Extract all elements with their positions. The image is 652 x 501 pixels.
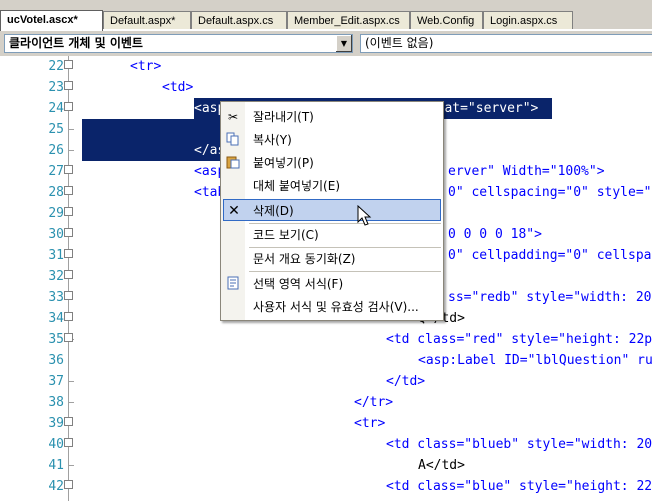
- line-number: 42: [48, 479, 64, 494]
- menu-item-label: 문서 개요 동기화(Z): [253, 252, 356, 266]
- menu-item-delete[interactable]: ✕ 삭제(D): [223, 199, 441, 221]
- copy-icon: [225, 132, 241, 148]
- collapse-icon[interactable]: [64, 291, 73, 300]
- line-number: 36: [48, 353, 64, 368]
- menu-item-format-selection[interactable]: 선택 영역 서식(F): [223, 273, 441, 295]
- line-number: 30: [48, 227, 64, 242]
- line-number: 39: [48, 416, 64, 431]
- collapse-icon[interactable]: [64, 249, 73, 258]
- events-dropdown[interactable]: (이벤트 없음): [360, 34, 652, 53]
- outline-end-marker: [68, 402, 74, 403]
- code-line-41[interactable]: A</td>: [418, 455, 465, 476]
- line-number: 37: [48, 374, 64, 389]
- code-line-27-end[interactable]: erver" Width="100%">: [448, 161, 605, 182]
- line-number: 31: [48, 248, 64, 263]
- collapse-icon[interactable]: [64, 312, 73, 321]
- code-line-31[interactable]: 0" cellpadding="0" cellspac: [448, 245, 652, 266]
- menu-item-label: 코드 보기(C): [253, 228, 319, 242]
- line-number: 40: [48, 437, 64, 452]
- line-number: 25: [48, 122, 64, 137]
- collapse-icon[interactable]: [64, 228, 73, 237]
- collapse-icon[interactable]: [64, 81, 73, 90]
- line-number: 27: [48, 164, 64, 179]
- code-line-23[interactable]: <td>: [162, 77, 193, 98]
- collapse-icon[interactable]: [64, 165, 73, 174]
- tab-default-aspx-cs[interactable]: Default.aspx.cs: [191, 11, 287, 29]
- client-objects-dropdown[interactable]: 클라이언트 개체 및 이벤트 ▼: [4, 34, 353, 53]
- line-number: 32: [48, 269, 64, 284]
- line-number: 23: [48, 80, 64, 95]
- collapse-icon[interactable]: [64, 102, 73, 111]
- menu-item-label: 선택 영역 서식(F): [253, 277, 344, 291]
- line-number: 34: [48, 311, 64, 326]
- line-number: 35: [48, 332, 64, 347]
- menu-item-paste[interactable]: 붙여넣기(P): [223, 152, 441, 174]
- line-number: 28: [48, 185, 64, 200]
- menu-item-label: 대체 붙여넣기(E): [253, 179, 341, 193]
- collapse-icon[interactable]: [64, 186, 73, 195]
- code-line-30[interactable]: 0 0 0 0 18">: [448, 224, 542, 245]
- menu-item-paste-alternate[interactable]: 대체 붙여넣기(E): [223, 175, 441, 197]
- client-objects-value: 클라이언트 개체 및 이벤트: [9, 36, 143, 50]
- delete-icon: ✕: [228, 203, 240, 219]
- menu-item-label: 삭제(D): [253, 204, 294, 218]
- code-line-38[interactable]: </tr>: [354, 392, 393, 413]
- menu-item-sync-outline[interactable]: 문서 개요 동기화(Z): [223, 248, 441, 270]
- collapse-icon[interactable]: [64, 270, 73, 279]
- outline-end-marker: [68, 150, 74, 151]
- context-menu: ✂ 잘라내기(T) 복사(Y) 붙여넣기(P) 대체 붙여넣기(E) ✕ 삭제(…: [220, 101, 444, 321]
- code-line-42[interactable]: <td class="blue" style="height: 22: [386, 476, 652, 497]
- menu-item-cut[interactable]: ✂ 잘라내기(T): [223, 106, 441, 128]
- navigation-bar: 클라이언트 개체 및 이벤트 ▼ (이벤트 없음): [0, 31, 652, 56]
- collapse-icon[interactable]: [64, 333, 73, 342]
- code-line-37[interactable]: </td>: [386, 371, 425, 392]
- format-icon: [225, 276, 241, 292]
- scissors-icon: ✂: [227, 110, 239, 124]
- line-number: 38: [48, 395, 64, 410]
- document-tab-strip: ucVotel.ascx* Default.aspx* Default.aspx…: [0, 0, 652, 31]
- outline-end-marker: [68, 129, 74, 130]
- line-number: 33: [48, 290, 64, 305]
- outline-end-marker: [68, 381, 74, 382]
- collapse-icon[interactable]: [64, 60, 73, 69]
- tab-ucvotel-ascx[interactable]: ucVotel.ascx*: [0, 10, 103, 31]
- tab-default-aspx[interactable]: Default.aspx*: [103, 11, 191, 29]
- code-line-36[interactable]: <asp:Label ID="lblQuestion" ru: [418, 350, 652, 371]
- menu-item-custom-format-validation[interactable]: 사용자 서식 및 유효성 검사(V)...: [223, 296, 441, 318]
- code-line-35[interactable]: <td class="red" style="height: 22p: [386, 329, 652, 350]
- menu-item-label: 사용자 서식 및 유효성 검사(V)...: [253, 300, 419, 314]
- selection-margin[interactable]: [0, 56, 6, 501]
- code-line-22[interactable]: <tr>: [130, 56, 161, 77]
- tab-member-edit-aspx-cs[interactable]: Member_Edit.aspx.cs: [287, 11, 410, 29]
- line-number: 26: [48, 143, 64, 158]
- code-line-39[interactable]: <tr>: [354, 413, 385, 434]
- code-line-33[interactable]: ss="redb" style="width: 20p: [448, 287, 652, 308]
- tab-login-aspx-cs[interactable]: Login.aspx.cs: [483, 11, 573, 29]
- line-number: 29: [48, 206, 64, 221]
- collapse-icon[interactable]: [64, 480, 73, 489]
- menu-separator: [249, 271, 441, 272]
- line-number: 22: [48, 59, 64, 74]
- menu-item-copy[interactable]: 복사(Y): [223, 129, 441, 151]
- menu-item-label: 붙여넣기(P): [253, 156, 314, 170]
- menu-item-view-code[interactable]: 코드 보기(C): [223, 224, 441, 246]
- paste-icon: [225, 155, 241, 171]
- mouse-pointer-icon: [357, 205, 372, 226]
- code-line-28-end[interactable]: 0" cellspacing="0" style="h: [448, 182, 652, 203]
- collapse-icon[interactable]: [64, 207, 73, 216]
- collapse-icon[interactable]: [64, 438, 73, 447]
- outline-end-marker: [68, 465, 74, 466]
- chevron-down-icon[interactable]: ▼: [335, 35, 352, 52]
- menu-item-label: 잘라내기(T): [253, 110, 314, 124]
- code-line-40[interactable]: <td class="blueb" style="width: 20: [386, 434, 652, 455]
- line-number: 24: [48, 101, 64, 116]
- events-value: (이벤트 없음): [365, 36, 434, 50]
- line-number: 41: [48, 458, 64, 473]
- menu-item-label: 복사(Y): [253, 133, 292, 147]
- tab-web-config[interactable]: Web.Config: [410, 11, 483, 29]
- collapse-icon[interactable]: [64, 417, 73, 426]
